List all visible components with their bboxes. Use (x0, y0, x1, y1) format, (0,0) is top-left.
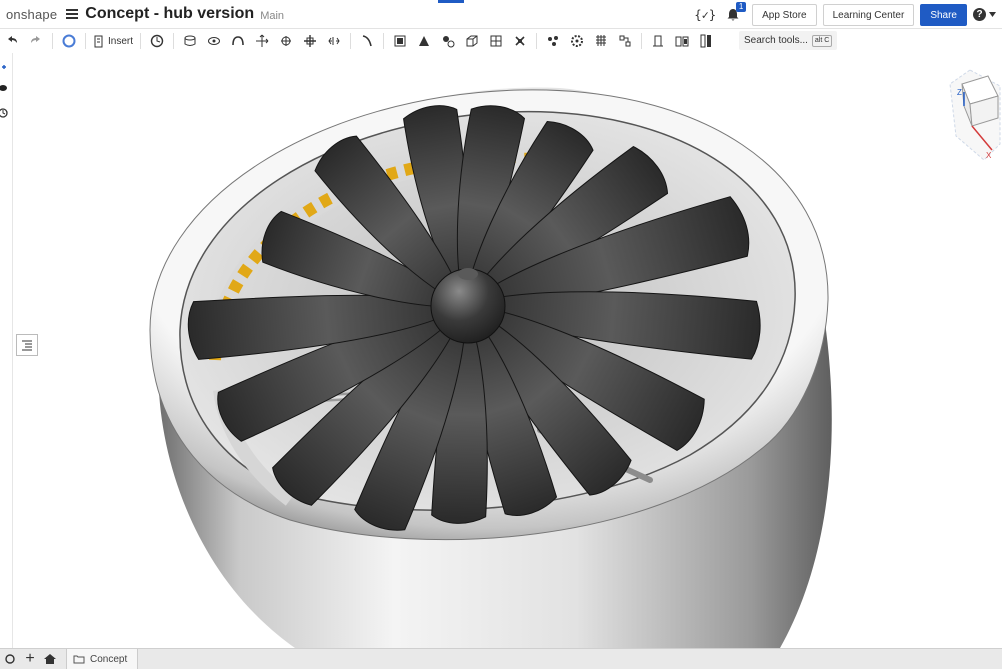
feature-list-toggle-icon[interactable] (16, 334, 38, 356)
curve-icon[interactable] (616, 32, 634, 50)
toolbar-separator (140, 33, 142, 49)
mass-icon[interactable] (673, 32, 691, 50)
toolbar-separator (350, 33, 352, 49)
menu-icon[interactable] (66, 9, 79, 19)
revolve-icon[interactable] (205, 32, 223, 50)
insert-icon (94, 35, 103, 47)
variable-studio-icon[interactable]: {✓} (694, 8, 716, 22)
tab-concept[interactable]: Concept (66, 649, 139, 669)
header-right: {✓} 1 App Store Learning Center Share ? (694, 0, 1002, 29)
add-tab-icon[interactable]: + (20, 649, 40, 669)
app-store-button[interactable]: App Store (752, 3, 817, 26)
toolbar-separator (383, 33, 385, 49)
share-button[interactable]: Share (920, 3, 967, 26)
redo-icon[interactable] (27, 32, 45, 50)
branch-label[interactable]: Main (260, 10, 284, 22)
axis-z-label: Z (957, 88, 962, 97)
notification-count: 1 (736, 1, 747, 12)
chamfer-icon[interactable] (358, 32, 376, 50)
bottom-tab-bar: + Concept (0, 648, 1002, 669)
mate-connector-icon[interactable] (568, 32, 586, 50)
folder-icon (73, 655, 85, 664)
boolean-icon[interactable] (463, 32, 481, 50)
tab-concept-label: Concept (90, 653, 128, 665)
plane-icon[interactable] (592, 32, 610, 50)
document-title[interactable]: Concept - hub version (85, 5, 254, 23)
toolbar-separator (85, 33, 86, 49)
move-face-icon[interactable] (301, 32, 319, 50)
graphics-viewport[interactable] (13, 53, 1002, 648)
ducted-fan-model[interactable] (13, 53, 1002, 648)
onshape-logo[interactable]: onshape (6, 7, 57, 22)
measure-icon[interactable] (649, 32, 667, 50)
home-icon[interactable] (40, 649, 60, 669)
shell-icon[interactable] (391, 32, 409, 50)
insert-label: Insert (108, 35, 134, 47)
clock-icon[interactable] (148, 32, 166, 50)
loft-icon[interactable] (253, 32, 271, 50)
active-indicator (438, 0, 464, 3)
toolbar-separator (173, 33, 175, 49)
chevron-down-icon (989, 12, 996, 17)
insert-button[interactable]: Insert (93, 32, 133, 50)
search-tools-input[interactable]: Search tools... alt C (739, 31, 837, 50)
sweep-icon[interactable] (229, 32, 247, 50)
extrude-icon[interactable] (181, 32, 199, 50)
search-shortcut: alt C (811, 34, 833, 47)
feature-list-strip (0, 53, 13, 648)
toolbar-separator (536, 33, 538, 49)
toolbar-separator (52, 33, 53, 49)
fillet-icon[interactable] (325, 32, 343, 50)
feature-strip-icons[interactable] (0, 61, 12, 141)
tab-manager-icon[interactable] (0, 649, 20, 669)
sheet-metal-icon[interactable] (697, 32, 715, 50)
sketch-icon[interactable] (60, 32, 78, 50)
notification-bell-icon[interactable]: 1 (726, 1, 747, 22)
search-tools-label: Search tools... (744, 35, 808, 46)
axis-x-label: X (986, 151, 992, 160)
pattern-icon[interactable] (439, 32, 457, 50)
toolbar-separator (641, 33, 643, 49)
transform-icon[interactable] (511, 32, 529, 50)
thicken-icon[interactable] (277, 32, 295, 50)
view-cube[interactable]: Z X (940, 66, 1002, 162)
help-icon: ? (973, 8, 986, 21)
draft-icon[interactable] (415, 32, 433, 50)
learning-center-button[interactable]: Learning Center (822, 3, 915, 26)
undo-icon[interactable] (3, 32, 21, 50)
split-icon[interactable] (487, 32, 505, 50)
help-menu[interactable]: ? (973, 8, 996, 21)
helix-icon[interactable] (544, 32, 562, 50)
feature-toolbar: Insert (0, 29, 1002, 53)
